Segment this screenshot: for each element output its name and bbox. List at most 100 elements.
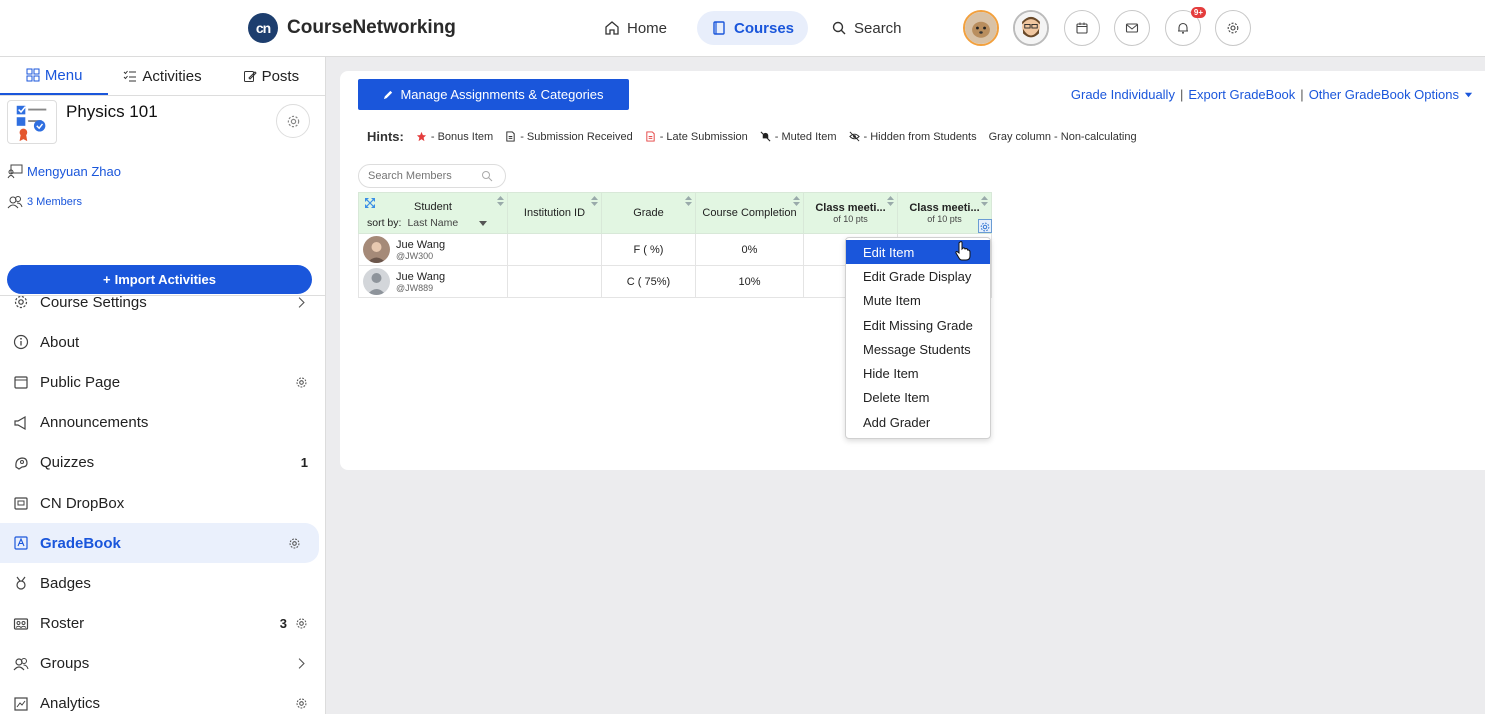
gear-icon[interactable] [295, 617, 308, 630]
sidebar-item-announcements[interactable]: Announcements [0, 403, 326, 443]
column-institution-id[interactable]: Institution ID [507, 192, 602, 234]
document-icon [506, 131, 515, 142]
sort-by-control[interactable]: sort by: Last Name [367, 217, 488, 229]
course-thumbnail[interactable] [7, 100, 57, 144]
sidebar-item-analytics[interactable]: Analytics [0, 684, 326, 714]
hint-hidden-text: - Hidden from Students [863, 130, 977, 143]
gear-icon[interactable] [288, 537, 301, 550]
sidebar-item-label: Roster [40, 615, 85, 633]
hint-bonus: - Bonus Item [416, 131, 493, 143]
sidebar-item-extra [288, 537, 301, 550]
menu-item-edit-grade-display[interactable]: Edit Grade Display [846, 264, 990, 288]
bearded-man-avatar-icon [1015, 12, 1047, 44]
tab-activities[interactable]: Activities [108, 57, 216, 95]
institution-header-label: Institution ID [523, 207, 586, 219]
completion-header-label: Course Completion [702, 207, 797, 219]
tab-menu[interactable]: Menu [0, 57, 109, 95]
sidebar-item-label: Analytics [40, 695, 101, 713]
user-avatar[interactable] [1013, 10, 1049, 46]
messages-button[interactable] [1114, 10, 1150, 46]
student-photo-icon [363, 236, 390, 263]
student-cell[interactable]: Jue Wang @JW300 [358, 233, 508, 266]
grade-cell[interactable]: F ( %) [601, 233, 696, 266]
nav-search[interactable]: Search [817, 11, 916, 45]
student-name: Jue Wang [396, 238, 446, 251]
gear-icon [1227, 22, 1239, 34]
sidebar-item-label: Course Settings [40, 293, 147, 311]
my-avatar[interactable] [963, 10, 999, 46]
nav-courses-label: Courses [734, 19, 795, 37]
badge-icon [16, 577, 26, 591]
other-options-link[interactable]: Other GradeBook Options [1309, 87, 1459, 102]
column-class-meeting-1[interactable]: Class meeti... of 10 pts [803, 192, 898, 234]
hint-gray-text: Gray column - Non-calculating [988, 130, 1137, 143]
sidebar-item-about[interactable]: About [0, 322, 326, 362]
app-logo[interactable]: cn CourseNetworking [248, 13, 456, 43]
grade-cell[interactable]: C ( 75%) [601, 265, 696, 298]
sidebar-item-extra [295, 697, 308, 710]
institution-id-cell[interactable] [507, 265, 602, 298]
menu-item-mute-item[interactable]: Mute Item [846, 289, 990, 313]
gear-icon[interactable] [295, 376, 308, 389]
tab-posts[interactable]: Posts [217, 57, 325, 95]
nav-home[interactable]: Home [590, 11, 681, 45]
gear-icon[interactable] [295, 697, 308, 710]
instructor-link[interactable]: Mengyuan Zhao [7, 163, 121, 179]
sort-arrows-icon[interactable] [887, 196, 894, 206]
sort-arrows-icon[interactable] [685, 196, 692, 206]
gradebook-links: Grade Individually | Export GradeBook | … [1071, 87, 1473, 102]
institution-id-cell[interactable] [507, 233, 602, 266]
sidebar-item-badges[interactable]: Badges [0, 563, 326, 603]
caret-down-icon[interactable] [1464, 90, 1473, 99]
hint-submission-text: - Submission Received [520, 130, 633, 143]
menu-item-add-grader[interactable]: Add Grader [846, 410, 990, 434]
info-icon [13, 335, 29, 350]
members-link[interactable]: 3 Members [7, 194, 82, 210]
sort-arrows-icon[interactable] [497, 196, 504, 206]
sidebar-item-course-settings[interactable]: Course Settings [0, 282, 326, 322]
completion-cell[interactable]: 0% [695, 233, 804, 266]
column-options-button[interactable] [978, 219, 992, 233]
sidebar-item-gradebook[interactable]: GradeBook [0, 523, 319, 564]
sidebar-item-extra [295, 657, 308, 670]
sidebar-item-groups[interactable]: Groups [0, 644, 326, 684]
menu-item-delete-item[interactable]: Delete Item [846, 386, 990, 410]
hand-cursor-icon [955, 241, 971, 261]
tab-menu-label: Menu [44, 66, 83, 84]
calendar-button[interactable] [1064, 10, 1100, 46]
pencil-icon [384, 90, 393, 100]
sort-by-value: Last Name [407, 217, 459, 229]
search-members-input[interactable] [368, 170, 478, 182]
course-settings-button[interactable] [276, 104, 310, 138]
column-student[interactable]: Student sort by: Last Name [358, 192, 508, 234]
column-grade[interactable]: Grade [601, 192, 696, 234]
menu-item-message-students[interactable]: Message Students [846, 337, 990, 361]
sidebar-item-roster[interactable]: Roster 3 [0, 604, 326, 644]
search-icon [482, 171, 493, 182]
sidebar-item-extra [295, 376, 308, 389]
default-avatar-icon [363, 268, 390, 295]
menu-item-hide-item[interactable]: Hide Item [846, 361, 990, 385]
gear-icon [287, 115, 299, 127]
sort-arrows-icon[interactable] [981, 196, 988, 206]
notifications-button[interactable]: 9+ [1165, 7, 1206, 46]
grade-individually-link[interactable]: Grade Individually [1071, 87, 1175, 102]
sort-arrows-icon[interactable] [793, 196, 800, 206]
search-members-field[interactable] [358, 164, 506, 188]
class1-header-label: Class meeti... [815, 202, 886, 214]
export-gradebook-link[interactable]: Export GradeBook [1188, 87, 1295, 102]
sidebar-item-public-page[interactable]: Public Page [0, 362, 326, 402]
menu-item-edit-missing-grade[interactable]: Edit Missing Grade [846, 313, 990, 337]
megaphone-icon [14, 415, 26, 430]
student-handle: @JW300 [396, 250, 434, 261]
student-cell[interactable]: Jue Wang @JW889 [358, 265, 508, 298]
settings-button[interactable] [1215, 10, 1251, 46]
sidebar-item-quizzes[interactable]: Quizzes 1 [0, 443, 326, 483]
sort-arrows-icon[interactable] [591, 196, 598, 206]
column-course-completion[interactable]: Course Completion [695, 192, 804, 234]
users-icon [7, 196, 23, 209]
manage-assignments-button[interactable]: Manage Assignments & Categories [358, 79, 629, 110]
sidebar-item-cn-dropbox[interactable]: CN DropBox [0, 483, 326, 523]
completion-cell[interactable]: 10% [695, 265, 804, 298]
nav-courses[interactable]: Courses [697, 11, 809, 45]
